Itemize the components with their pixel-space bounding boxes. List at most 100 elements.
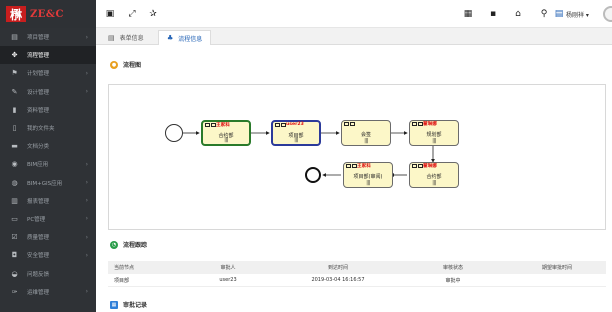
tab-form-info[interactable]: ▤ 表单信息	[100, 30, 152, 45]
sidebar-item[interactable]: ☑ 质量管理 ›	[0, 228, 96, 246]
logo[interactable]: 㮊 ZE&C	[0, 0, 96, 28]
sidebar-item[interactable]: ◒ 问题反馈	[0, 264, 96, 282]
chevron-right-icon: ›	[85, 251, 88, 259]
node-assignee: user23	[286, 122, 304, 127]
flow-node-contract[interactable]: 王家科 合约部 |||	[201, 120, 251, 146]
tab-bar: ▤ 表单信息 ♣ 流程信息	[96, 28, 612, 45]
sidebar-item[interactable]: ▯ 我的文件夹	[0, 119, 96, 137]
tab-flow-info[interactable]: ♣ 流程信息	[158, 30, 212, 45]
sidebar-item[interactable]: ✎ 设计管理 ›	[0, 83, 96, 101]
chevron-right-icon: ›	[85, 288, 88, 296]
progress-table: 当前节点 审批人 到达时间 审核状态 期望审批时间 项目部 user23 201…	[108, 261, 606, 287]
contacts-icon[interactable]: ▤	[553, 8, 565, 20]
sidebar-item[interactable]: ⚑ 计划管理 ›	[0, 64, 96, 82]
sidebar-item[interactable]: ◘ 安全管理 ›	[0, 246, 96, 264]
flow-node-contract-2[interactable]: 翟琳娜 合约部 |||	[409, 162, 459, 188]
start-event	[165, 124, 183, 142]
chevron-right-icon: ›	[85, 160, 88, 168]
flow-node-project-review[interactable]: 王家科 项目部(审阅) |||	[343, 162, 393, 188]
menu-toggle-icon[interactable]: ▣	[104, 8, 116, 20]
flow-diagram: 王家科 合约部 ||| user23 项目部 ||| 会签 ||| 翟琳娜 规划…	[108, 84, 606, 230]
column-header: 到达时间	[327, 265, 348, 271]
check-icon: ☑	[11, 233, 18, 242]
sidebar: ▤ 项目管理 › ✥ 流程管理 ⚑ 计划管理 › ✎ 设计管理 › ▮ 资料管理 ▯ 我的文件夹 ▬ 文档分类 ◉…	[0, 28, 96, 312]
chevron-right-icon: ›	[85, 33, 88, 41]
node-label: 会签	[360, 132, 371, 138]
sidebar-item[interactable]: ✑ 运维管理 ›	[0, 283, 96, 301]
sidebar-item-label: 设计管理	[27, 89, 50, 96]
folder-file-icon: ▯	[12, 124, 17, 133]
sidebar-item[interactable]: ◍ BIM+GIS应用 ›	[0, 174, 96, 192]
tab-label: 表单信息	[119, 35, 144, 42]
flow-node-project[interactable]: user23 项目部 |||	[271, 120, 321, 146]
flow-node-countersign[interactable]: 会签 |||	[341, 120, 391, 146]
chevron-right-icon: ›	[85, 69, 88, 77]
form-icon: ▤	[108, 33, 115, 42]
node-label: 规划部	[426, 132, 442, 138]
progress-section-title-text: 流程跟踪	[123, 242, 148, 249]
cube-icon: ◉	[11, 160, 18, 169]
sidebar-item-label: 资料管理	[27, 107, 50, 114]
avatar[interactable]	[603, 6, 612, 22]
flow-section-title-text: 流程图	[123, 62, 142, 69]
calendar-icon[interactable]: ▦	[462, 8, 474, 20]
sidebar-item-label: 报表管理	[27, 198, 50, 205]
chevron-right-icon: ›	[85, 88, 88, 96]
node-marker: |||	[432, 138, 436, 144]
column-header: 审批人	[220, 265, 236, 271]
wrench-icon: ✑	[11, 287, 18, 296]
sidebar-item[interactable]: ◉ BIM应用 ›	[0, 155, 96, 173]
sidebar-item-label: BIM应用	[27, 162, 49, 169]
sitemap-icon: ♣	[167, 34, 174, 42]
sidebar-item[interactable]: ▤ 项目管理 ›	[0, 28, 96, 46]
flow-node-planning[interactable]: 翟琳娜 规划部 |||	[409, 120, 459, 146]
node-marker: |||	[294, 137, 298, 143]
folder-icon: ▬	[11, 142, 18, 151]
table-cell: 审批中	[445, 277, 461, 284]
records-section-title-text: 审批记录	[123, 302, 148, 309]
pencil-icon: ✎	[11, 87, 18, 96]
chevron-right-icon: ›	[85, 215, 88, 223]
sidebar-item-label: BIM+GIS应用	[27, 180, 63, 187]
flag-icon: ⚑	[11, 69, 18, 78]
flow-section-title: ● 流程图	[110, 60, 141, 69]
globe-icon: ◍	[11, 178, 18, 187]
user-task-icon	[344, 122, 356, 126]
user-menu[interactable]: 杨刚祥 ▾	[566, 10, 589, 19]
node-marker: |||	[224, 137, 228, 143]
node-label: 项目部(审阅)	[353, 174, 383, 180]
table-cell: user23	[219, 277, 237, 283]
tab-label: 流程信息	[178, 35, 203, 43]
records-icon: ▦	[110, 300, 118, 309]
column-header: 审核状态	[442, 265, 463, 271]
sidebar-item[interactable]: ▭ PC管理 ›	[0, 210, 96, 228]
node-marker: |||	[432, 180, 436, 186]
pin-icon[interactable]: ✰	[147, 8, 159, 20]
node-assignee: 翟琳娜	[423, 122, 437, 127]
chevron-right-icon: ›	[85, 233, 88, 241]
pc-icon: ▭	[11, 214, 18, 223]
table-cell: 项目部	[114, 277, 130, 284]
sidebar-item[interactable]: ▬ 文档分类	[0, 137, 96, 155]
node-assignee: 王家科	[357, 164, 371, 169]
home-icon[interactable]: ⌂	[512, 8, 524, 20]
sidebar-item-label: 我的文件夹	[27, 126, 55, 133]
sidebar-item[interactable]: ✥ 流程管理	[0, 46, 96, 65]
search-icon[interactable]: ⚲	[538, 8, 550, 20]
document-icon: ▤	[11, 33, 18, 42]
sidebar-item-label: 计划管理	[27, 71, 50, 78]
flow-icon: ✥	[11, 51, 18, 60]
table-row[interactable]: 项目部 user23 2019-03-04 16:16:57 审批中	[108, 274, 606, 287]
expand-icon[interactable]: ⤢	[126, 8, 138, 20]
column-header: 期望审批时间	[541, 265, 572, 271]
grid-icon[interactable]: ▪	[487, 8, 499, 20]
sidebar-item[interactable]: ▮ 资料管理	[0, 101, 96, 119]
logo-mark: 㮊	[6, 6, 26, 22]
node-assignee: 翟琳娜	[423, 164, 437, 169]
chevron-right-icon: ›	[85, 179, 88, 187]
records-section-title: ▦ 审批记录	[110, 300, 147, 309]
progress-icon: ◔	[110, 240, 118, 249]
sidebar-item-label: 文档分类	[27, 144, 50, 151]
sidebar-item[interactable]: ▥ 报表管理 ›	[0, 192, 96, 210]
logo-text: ZE&C	[30, 8, 64, 20]
